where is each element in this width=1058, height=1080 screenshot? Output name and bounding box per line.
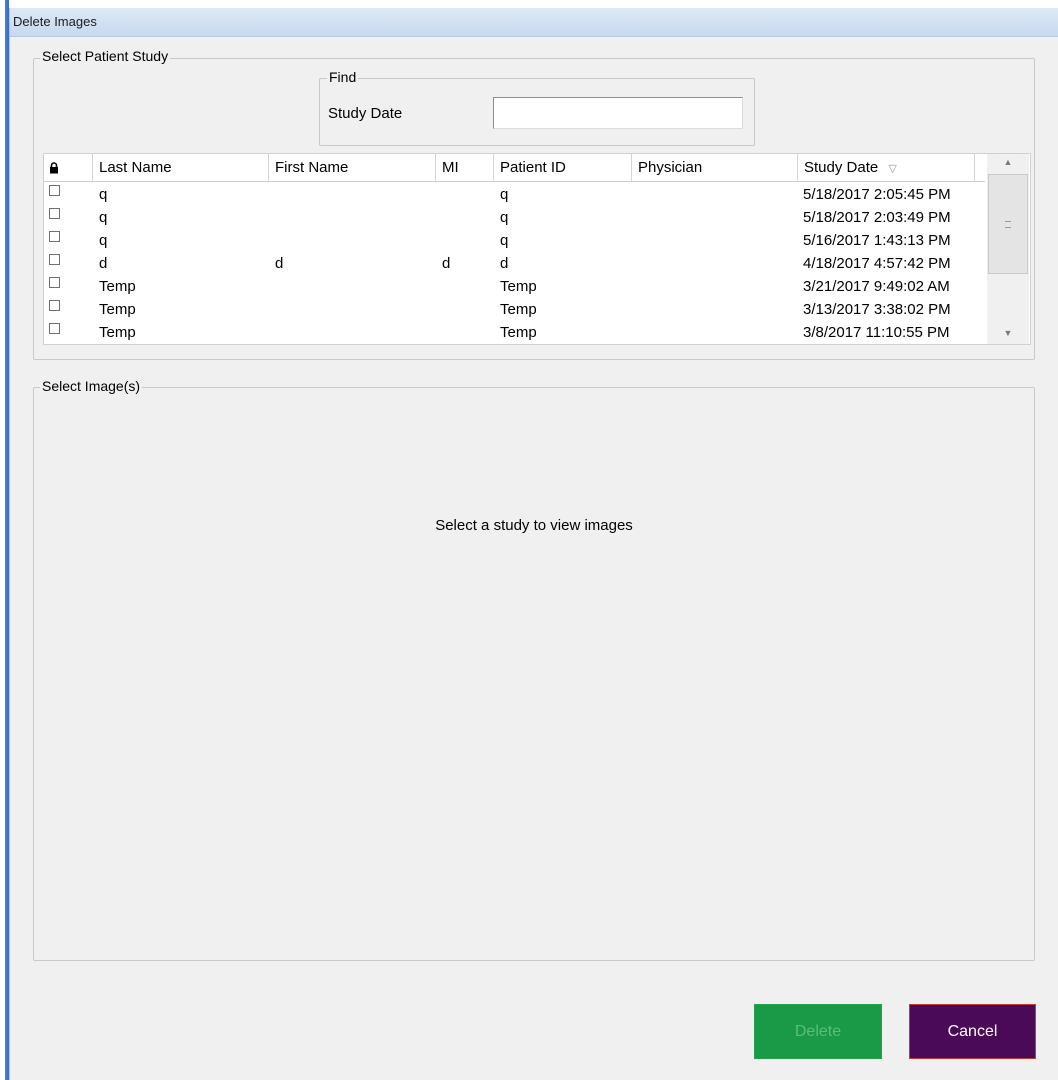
scroll-up-arrow-icon[interactable]: ▲ xyxy=(987,157,1029,167)
study-date-find-input[interactable] xyxy=(493,97,743,129)
row-checkbox[interactable] xyxy=(49,323,60,334)
column-header-mi[interactable]: MI xyxy=(436,154,494,181)
cell-last-name: Temp xyxy=(99,324,136,341)
cell-last-name: Temp xyxy=(99,301,136,318)
table-row[interactable]: Temp Temp 3/8/2017 11:10:55 PM xyxy=(44,319,985,342)
table-row[interactable]: q q 5/16/2017 1:43:13 PM xyxy=(44,227,985,250)
cell-patient-id: q xyxy=(500,209,509,226)
cell-study-date: 3/21/2017 9:49:02 AM xyxy=(803,278,950,295)
scroll-grip-icon xyxy=(1005,221,1011,228)
study-date-label: Study Date xyxy=(328,105,403,122)
cancel-button[interactable]: Cancel xyxy=(909,1004,1036,1059)
cell-mi: d xyxy=(442,255,451,272)
cell-patient-id: Temp xyxy=(500,278,537,295)
lock-icon xyxy=(50,162,58,174)
table-row[interactable]: d d d d 4/18/2017 4:57:42 PM xyxy=(44,250,985,273)
row-checkbox[interactable] xyxy=(49,254,60,265)
row-checkbox[interactable] xyxy=(49,277,60,288)
row-checkbox[interactable] xyxy=(49,208,60,219)
cell-study-date: 5/16/2017 1:43:13 PM xyxy=(803,232,951,249)
cell-study-date: 4/18/2017 4:57:42 PM xyxy=(803,255,951,272)
lock-column-header[interactable] xyxy=(44,154,93,181)
window-left-edge xyxy=(0,0,9,1080)
cell-last-name: q xyxy=(99,186,108,203)
cell-last-name: q xyxy=(99,209,108,226)
cell-patient-id: q xyxy=(500,232,509,249)
cell-patient-id: d xyxy=(500,255,509,272)
row-checkbox[interactable] xyxy=(49,231,60,242)
patient-study-group-label: Select Patient Study xyxy=(40,48,171,64)
column-header-study-date-label: Study Date xyxy=(804,159,879,176)
cell-last-name: Temp xyxy=(99,278,136,295)
grid-vertical-scrollbar[interactable]: ▲ ▼ xyxy=(987,154,1029,344)
column-header-study-date[interactable]: Study Date ▽ xyxy=(798,154,975,181)
studies-grid: Last Name First Name MI Patient ID Physi… xyxy=(43,153,1031,345)
images-group-label: Select Image(s) xyxy=(40,378,143,394)
cell-last-name: d xyxy=(99,255,108,272)
column-header-physician[interactable]: Physician xyxy=(632,154,798,181)
images-group: Select a study to view images xyxy=(33,387,1035,961)
cell-study-date: 5/18/2017 2:05:45 PM xyxy=(803,186,951,203)
column-header-last-name[interactable]: Last Name xyxy=(93,154,269,181)
column-header-first-name[interactable]: First Name xyxy=(269,154,436,181)
row-checkbox[interactable] xyxy=(49,300,60,311)
delete-images-dialog: Delete Images Select Patient Study Find … xyxy=(9,8,1058,1080)
find-group-label: Find xyxy=(327,69,359,85)
table-row[interactable]: Temp Temp 3/13/2017 3:38:02 PM xyxy=(44,296,985,319)
delete-button[interactable]: Delete xyxy=(754,1004,882,1059)
cell-study-date: 3/8/2017 11:10:55 PM xyxy=(803,324,950,341)
cell-last-name: q xyxy=(99,232,108,249)
grid-header: Last Name First Name MI Patient ID Physi… xyxy=(44,154,985,182)
cell-patient-id: Temp xyxy=(500,324,537,341)
cell-patient-id: q xyxy=(500,186,509,203)
cell-study-date: 3/13/2017 3:38:02 PM xyxy=(803,301,951,318)
cell-first-name: d xyxy=(275,255,284,272)
window-title: Delete Images xyxy=(13,14,97,29)
column-header-patient-id[interactable]: Patient ID xyxy=(494,154,632,181)
cell-study-date: 5/18/2017 2:03:49 PM xyxy=(803,209,951,226)
table-row[interactable]: q q 5/18/2017 2:03:49 PM xyxy=(44,204,985,227)
sort-descending-icon: ▽ xyxy=(888,163,897,175)
title-bar[interactable]: Delete Images xyxy=(10,8,1058,37)
cell-patient-id: Temp xyxy=(500,301,537,318)
table-row[interactable]: q q 5/18/2017 2:05:45 PM xyxy=(44,181,985,204)
scroll-thumb[interactable] xyxy=(988,174,1028,274)
scroll-down-arrow-icon[interactable]: ▼ xyxy=(987,328,1029,338)
images-placeholder-text: Select a study to view images xyxy=(435,517,633,534)
row-checkbox[interactable] xyxy=(49,185,60,196)
table-row[interactable]: Temp Temp 3/21/2017 9:49:02 AM xyxy=(44,273,985,296)
